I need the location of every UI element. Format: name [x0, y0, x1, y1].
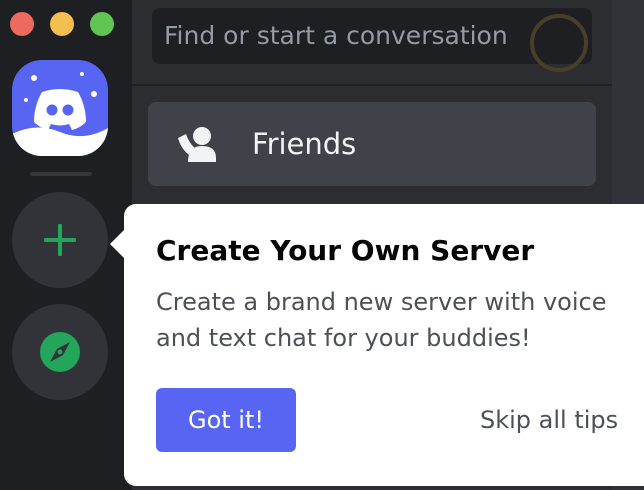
search-input[interactable]: Find or start a conversation [152, 8, 592, 72]
friends-label: Friends [252, 127, 357, 161]
tooltip-body: Create a brand new server with voice and… [156, 288, 607, 352]
home-button[interactable] [12, 60, 108, 156]
rail-separator [30, 172, 92, 176]
onboarding-tooltip: Create Your Own Server Create a brand ne… [110, 204, 644, 486]
search-placeholder: Find or start a conversation [164, 21, 508, 50]
search-bar-container: Find or start a conversation [132, 0, 612, 86]
plus-icon [44, 224, 76, 256]
got-it-button[interactable]: Got it! [156, 388, 296, 452]
tooltip-title: Create Your Own Server [156, 234, 535, 267]
window-close-button[interactable] [10, 12, 34, 36]
explore-servers-button[interactable] [12, 304, 108, 400]
add-server-button[interactable] [12, 192, 108, 288]
loading-ring-icon [530, 14, 588, 72]
window-zoom-button[interactable] [90, 12, 114, 36]
nav-item-friends[interactable]: Friends [148, 102, 596, 186]
compass-icon [40, 332, 80, 372]
discord-logo-icon [12, 72, 108, 156]
tooltip-pointer [110, 228, 126, 260]
window-minimize-button[interactable] [50, 12, 74, 36]
skip-all-tips-button[interactable]: Skip all tips [480, 388, 618, 452]
friends-icon [178, 127, 216, 162]
